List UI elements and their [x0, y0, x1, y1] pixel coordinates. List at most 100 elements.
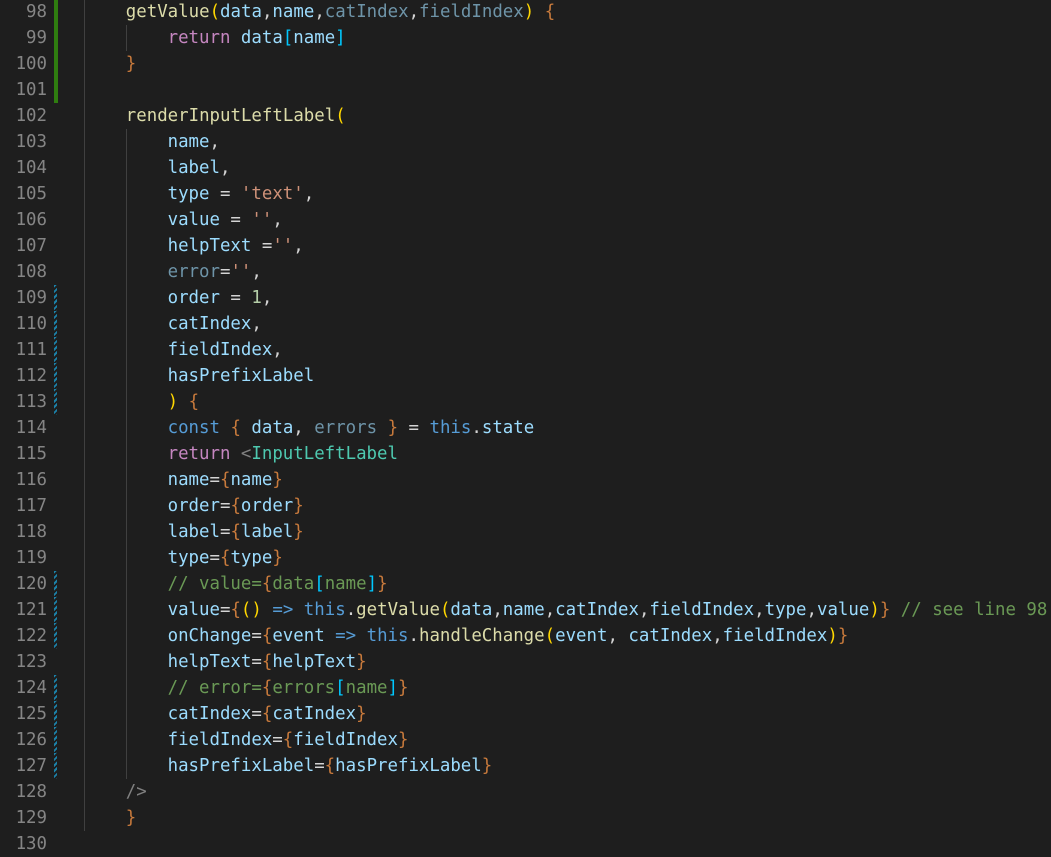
- git-modified-gutter-marker[interactable]: [54, 571, 57, 597]
- code-line[interactable]: 120 // value={data[name]}: [0, 571, 1051, 597]
- code-token: ]: [366, 574, 378, 594]
- code-line[interactable]: 110 catIndex,: [0, 311, 1051, 337]
- code-token: ,: [408, 2, 420, 22]
- code-line[interactable]: 100}: [0, 51, 1051, 77]
- code-line[interactable]: 129}: [0, 805, 1051, 831]
- code-line[interactable]: 108 error='',: [0, 259, 1051, 285]
- code-token: ,: [261, 288, 273, 308]
- git-added-gutter-marker[interactable]: [54, 0, 58, 25]
- code-line[interactable]: 101: [0, 77, 1051, 103]
- git-modified-gutter-marker[interactable]: [54, 701, 57, 727]
- code-token: (): [240, 600, 262, 620]
- code-token: label: [167, 158, 220, 178]
- code-line[interactable]: 115 return <InputLeftLabel: [0, 441, 1051, 467]
- code-line[interactable]: 112 hasPrefixLabel: [0, 363, 1051, 389]
- code-line[interactable]: 102 renderInputLeftLabel(: [0, 103, 1051, 129]
- code-text: // value={data[name]}: [168, 571, 388, 597]
- indent-guide: [84, 311, 85, 337]
- code-token: fieldIndex: [293, 730, 398, 750]
- code-token: }: [879, 600, 891, 620]
- code-token: ]: [335, 28, 346, 48]
- code-token: ): [869, 600, 880, 620]
- code-token: }: [356, 704, 367, 724]
- line-number: 112: [15, 366, 47, 386]
- code-line[interactable]: 116 name={name}: [0, 467, 1051, 493]
- code-line[interactable]: 117 order={order}: [0, 493, 1051, 519]
- code-token: }: [293, 522, 304, 542]
- git-modified-gutter-marker[interactable]: [54, 389, 57, 415]
- code-token: '': [230, 262, 252, 282]
- git-modified-gutter-marker[interactable]: [54, 311, 57, 337]
- code-token: =: [251, 236, 273, 256]
- code-line[interactable]: 114 const { data, errors } = this.state: [0, 415, 1051, 441]
- git-modified-gutter-marker[interactable]: [54, 675, 57, 701]
- code-line[interactable]: 124 // error={errors[name]}: [0, 675, 1051, 701]
- line-number: 120: [15, 574, 47, 594]
- indent-guide: [125, 441, 127, 467]
- git-modified-gutter-marker[interactable]: [54, 363, 57, 389]
- code-token: }: [125, 54, 137, 74]
- indent-guide: [125, 467, 127, 493]
- git-added-gutter-marker[interactable]: [54, 25, 58, 51]
- code-line[interactable]: 106 value = '',: [0, 207, 1051, 233]
- indent-guide: [84, 0, 85, 25]
- git-modified-gutter-marker[interactable]: [54, 597, 57, 623]
- indent-guide: [125, 597, 127, 623]
- code-line[interactable]: 99 return data[name]: [0, 25, 1051, 51]
- code-line[interactable]: 111 fieldIndex,: [0, 337, 1051, 363]
- line-number: 102: [15, 106, 47, 126]
- code-token: getValue: [356, 600, 440, 620]
- code-line[interactable]: 128 />: [0, 779, 1051, 805]
- code-token: }: [837, 626, 849, 646]
- git-modified-gutter-marker[interactable]: [54, 727, 57, 753]
- line-number: 108: [15, 262, 47, 282]
- indent-guide: [84, 207, 85, 233]
- code-line[interactable]: 126 fieldIndex={fieldIndex}: [0, 727, 1051, 753]
- code-text: fieldIndex={fieldIndex}: [168, 727, 409, 753]
- indent-guide: [84, 545, 85, 571]
- code-line[interactable]: 123 helpText={helpText}: [0, 649, 1051, 675]
- code-token: data: [272, 574, 315, 594]
- code-line[interactable]: 98 getValue(data,name,catIndex,fieldIndex…: [0, 0, 1051, 25]
- code-line[interactable]: 103 name,: [0, 129, 1051, 155]
- code-line[interactable]: 107 helpText ='',: [0, 233, 1051, 259]
- line-number: 104: [15, 158, 47, 178]
- code-token: const: [167, 418, 220, 438]
- indent-guide: [84, 181, 85, 207]
- git-modified-gutter-marker[interactable]: [54, 285, 57, 311]
- line-number: 100: [15, 54, 47, 74]
- code-line[interactable]: 122 onChange={event => this.handleChange(…: [0, 623, 1051, 649]
- code-text: value = '',: [168, 207, 283, 233]
- git-modified-gutter-marker[interactable]: [54, 623, 57, 649]
- git-modified-gutter-marker[interactable]: [54, 753, 57, 779]
- code-line[interactable]: 109 order = 1,: [0, 285, 1051, 311]
- code-line[interactable]: 121 value={() => this.getValue(data,name,…: [0, 597, 1051, 623]
- code-line[interactable]: 125 catIndex={catIndex}: [0, 701, 1051, 727]
- code-token: =>: [335, 626, 357, 646]
- code-line[interactable]: 119 type={type}: [0, 545, 1051, 571]
- code-token: {: [282, 730, 294, 750]
- git-added-gutter-marker[interactable]: [54, 77, 58, 103]
- code-line[interactable]: 104 label,: [0, 155, 1051, 181]
- code-token: }: [481, 756, 493, 776]
- git-modified-gutter-marker[interactable]: [54, 337, 57, 363]
- git-added-gutter-marker[interactable]: [54, 51, 58, 77]
- indent-guide: [84, 103, 85, 129]
- indent-guide: [125, 25, 127, 51]
- code-editor[interactable]: 98 getValue(data,name,catIndex,fieldIndex…: [0, 0, 1051, 854]
- code-text: ) {: [168, 389, 199, 415]
- code-line[interactable]: 127 hasPrefixLabel={hasPrefixLabel}: [0, 753, 1051, 779]
- code-token: {: [261, 678, 273, 698]
- code-token: label: [167, 522, 220, 542]
- indent-guide: [125, 259, 127, 285]
- code-token: return: [167, 444, 231, 464]
- code-line[interactable]: 113) {: [0, 389, 1051, 415]
- code-token: event: [272, 626, 325, 646]
- code-line[interactable]: 105 type = 'text',: [0, 181, 1051, 207]
- indent-guide: [125, 493, 127, 519]
- code-line[interactable]: 118 label={label}: [0, 519, 1051, 545]
- code-token: order: [240, 496, 294, 516]
- code-token: {: [230, 600, 241, 620]
